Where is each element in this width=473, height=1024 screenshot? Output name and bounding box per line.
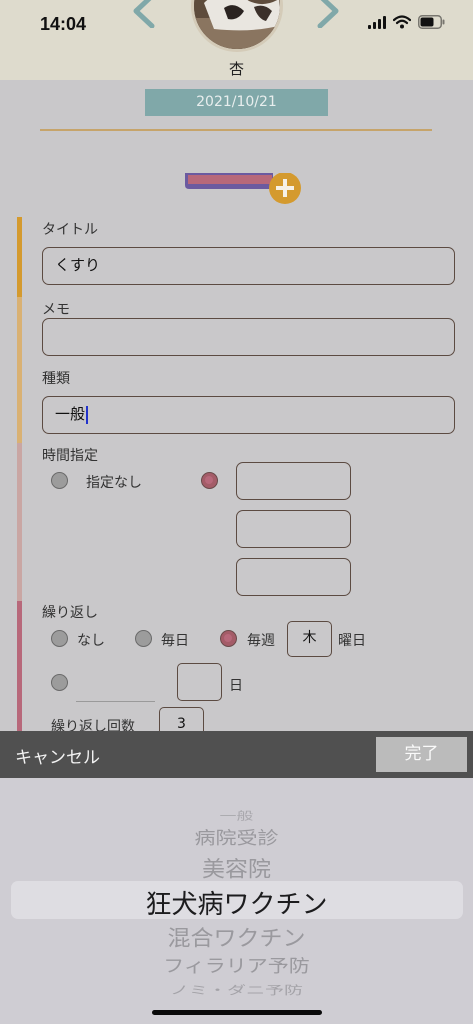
- side-bar-time: [17, 443, 22, 601]
- kind-input[interactable]: 一般: [42, 396, 455, 434]
- picker-option[interactable]: ノミ・ダニ予防: [0, 981, 473, 997]
- side-bar-repeat: [17, 601, 22, 732]
- cancel-button[interactable]: キャンセル: [15, 743, 100, 768]
- signal-icon: [368, 15, 386, 29]
- pet-photo: [194, 0, 280, 49]
- repeat-label: 繰り返し: [42, 605, 98, 621]
- add-image-icon[interactable]: [183, 173, 303, 205]
- wifi-icon: [393, 15, 411, 29]
- time-label: 時間指定: [42, 448, 98, 464]
- chevron-right-icon[interactable]: [314, 0, 344, 28]
- time-input-2[interactable]: [236, 510, 351, 548]
- picker-option-selected[interactable]: 狂犬病ワクチン: [0, 884, 473, 921]
- picker-option[interactable]: 混合ワクチン: [0, 920, 473, 952]
- divider: [40, 129, 432, 131]
- picker-option[interactable]: 美容院: [0, 851, 473, 883]
- interval-input[interactable]: [76, 701, 155, 702]
- time-input-3[interactable]: [236, 558, 351, 596]
- event-form: 2021/10/21 タイトル くすり メモ 種類 一般 時間指定 指定なし 繰…: [0, 80, 473, 732]
- radio-repeat-weekly[interactable]: [220, 630, 237, 647]
- repeat-count-input[interactable]: 3: [159, 707, 204, 732]
- time-input-1[interactable]: [236, 462, 351, 500]
- pet-name: 杏: [228, 60, 244, 78]
- day-suffix: 日: [229, 678, 243, 694]
- weekday-input[interactable]: 木: [287, 621, 332, 657]
- title-label: タイトル: [42, 222, 98, 238]
- repeat-weekly-label: 毎週: [247, 633, 275, 649]
- done-button[interactable]: 完了: [376, 737, 467, 772]
- header: 14:04 杏: [0, 0, 473, 80]
- picker-option[interactable]: 一般: [0, 806, 473, 823]
- picker-toolbar: キャンセル 完了: [0, 731, 473, 778]
- memo-input[interactable]: [42, 318, 455, 356]
- battery-icon: [418, 15, 445, 29]
- repeat-daily-label: 毎日: [161, 633, 189, 649]
- status-time: 14:04: [40, 14, 87, 34]
- repeat-none-label: なし: [77, 633, 105, 649]
- status-icons: [368, 15, 445, 29]
- radio-repeat-interval[interactable]: [51, 674, 68, 691]
- radio-time-none[interactable]: [51, 472, 68, 489]
- kind-label: 種類: [42, 371, 70, 387]
- interval-day-input[interactable]: [177, 663, 222, 701]
- time-none-label: 指定なし: [86, 475, 142, 491]
- memo-label: メモ: [42, 302, 70, 318]
- home-indicator[interactable]: [152, 1010, 322, 1015]
- kind-picker[interactable]: 一般 病院受診 美容院 狂犬病ワクチン 混合ワクチン フィラリア予防 ノミ・ダニ…: [0, 778, 473, 1024]
- text-caret: [86, 405, 89, 424]
- picker-option[interactable]: 病院受診: [0, 824, 473, 850]
- picker-option[interactable]: フィラリア予防: [0, 952, 473, 978]
- radio-repeat-none[interactable]: [51, 630, 68, 647]
- title-input[interactable]: くすり: [42, 247, 455, 285]
- radio-repeat-daily[interactable]: [135, 630, 152, 647]
- chevron-left-icon[interactable]: [128, 0, 158, 28]
- pet-avatar[interactable]: [191, 0, 283, 52]
- side-bar-title: [17, 217, 22, 297]
- kind-value: 一般: [55, 405, 86, 423]
- side-bar-memo: [17, 297, 22, 443]
- repeat-count-label: 繰り返し回数: [51, 719, 135, 732]
- weekday-suffix: 曜日: [338, 633, 366, 649]
- date-label[interactable]: 2021/10/21: [145, 89, 328, 116]
- radio-time-specified[interactable]: [201, 472, 218, 489]
